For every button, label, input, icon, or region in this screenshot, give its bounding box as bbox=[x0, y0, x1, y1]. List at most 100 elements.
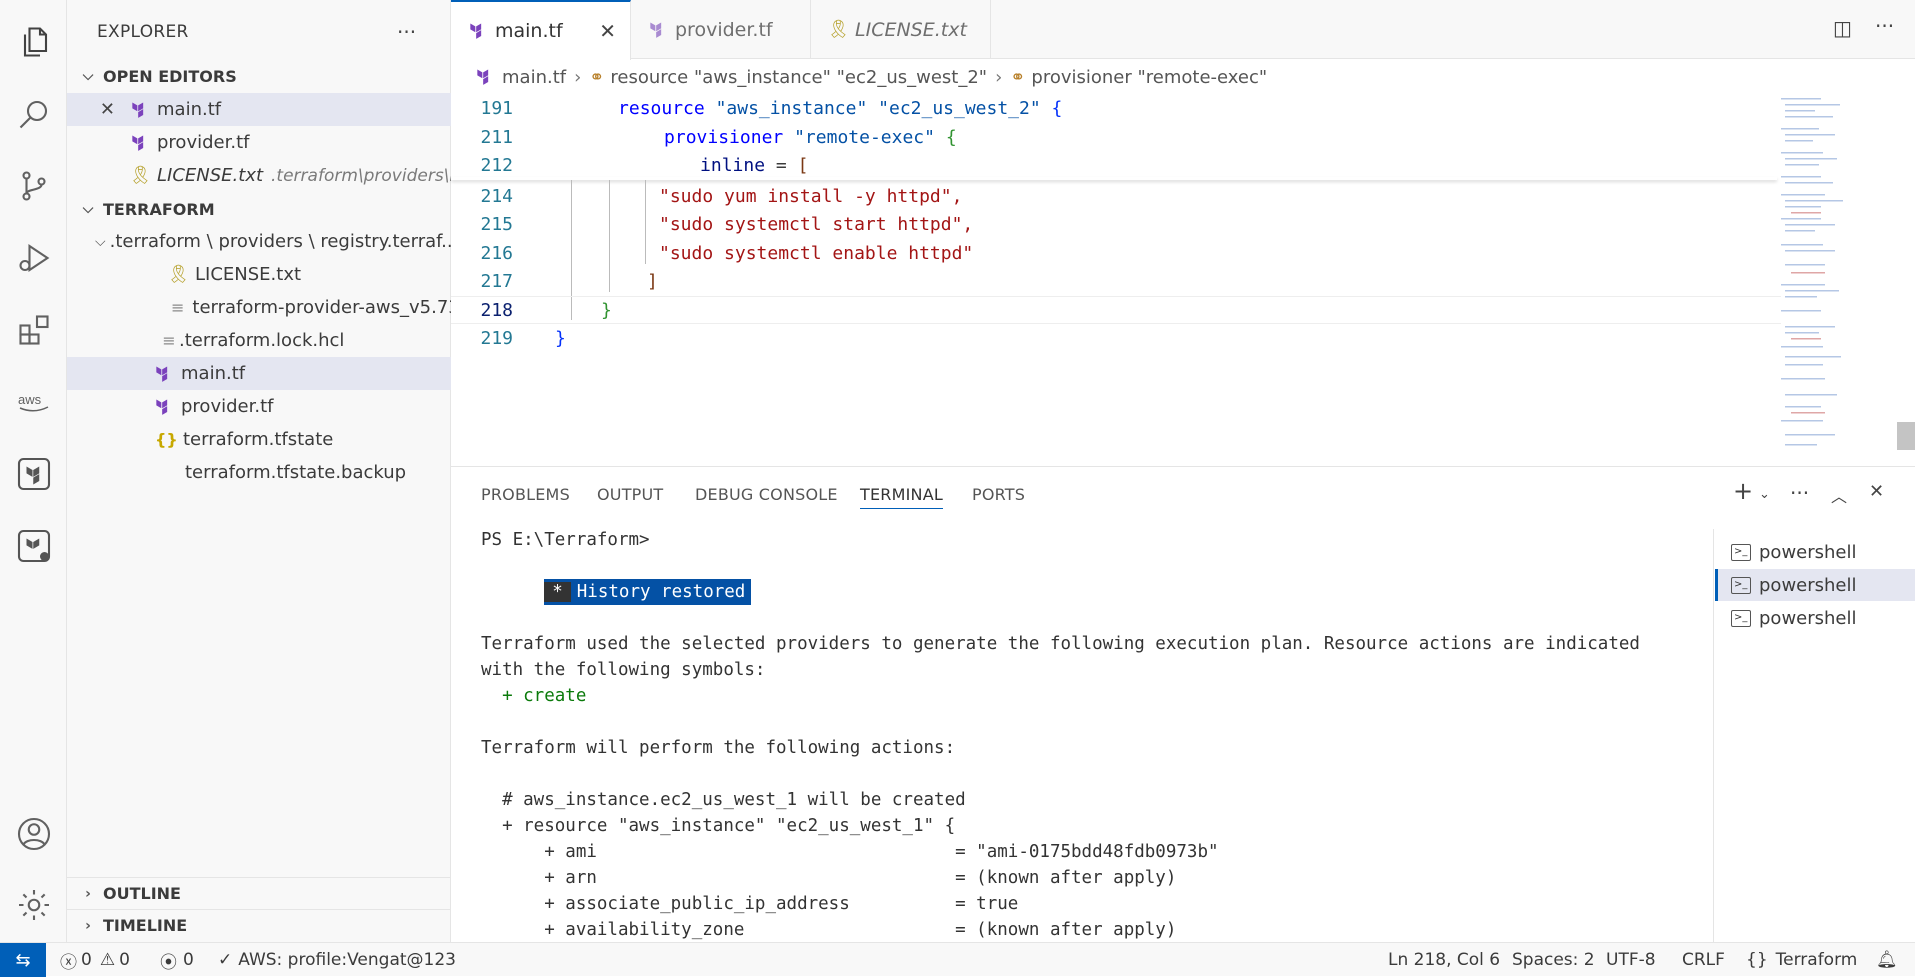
tab-terminal[interactable]: TERMINAL bbox=[860, 485, 943, 509]
more-actions-icon[interactable]: ··· bbox=[1875, 14, 1894, 38]
terminal-line: + create bbox=[481, 686, 587, 706]
history-star: * bbox=[544, 582, 571, 602]
chevron-down-icon[interactable]: ⌄ bbox=[1759, 487, 1770, 502]
remote-indicator-icon[interactable]: ⇆ bbox=[0, 943, 46, 977]
aws-icon[interactable]: aws bbox=[0, 372, 67, 432]
problems-status[interactable]: ⓧ 0 ⚠ 0 bbox=[60, 943, 130, 977]
line-number: 218 bbox=[480, 299, 513, 321]
editor-scrollbar-thumb[interactable] bbox=[1897, 422, 1915, 450]
terminal-list-item[interactable]: >_ powershell bbox=[1715, 536, 1915, 568]
split-editor-icon[interactable]: ◫ bbox=[1833, 16, 1852, 40]
chevron-right-icon: › bbox=[85, 885, 91, 902]
open-editor-label: provider.tf bbox=[157, 132, 250, 153]
language-mode: Terraform bbox=[1775, 950, 1858, 970]
tree-item-tfstate-backup[interactable]: terraform.tfstate.backup bbox=[67, 456, 451, 489]
open-editor-license-txt[interactable]: 🎗 LICENSE.txt .terraform\providers\r... bbox=[67, 159, 451, 192]
terraform-file-icon bbox=[650, 22, 662, 38]
tree-item-provider-tf[interactable]: provider.tf bbox=[67, 390, 451, 423]
tab-license-txt[interactable]: 🎗 LICENSE.txt bbox=[811, 0, 991, 59]
explorer-icon[interactable] bbox=[0, 12, 67, 72]
workspace-label: TERRAFORM bbox=[103, 199, 215, 219]
tree-item-label: terraform.tfstate bbox=[183, 429, 334, 450]
tree-item-tfstate[interactable]: {} terraform.tfstate bbox=[67, 423, 451, 456]
code-brace: } bbox=[601, 299, 612, 321]
tree-item-lock-hcl[interactable]: ≡ .terraform.lock.hcl bbox=[67, 324, 451, 357]
tree-item-label: provider.tf bbox=[181, 396, 274, 417]
outline-header[interactable]: › OUTLINE bbox=[67, 877, 451, 909]
terminal-output[interactable]: PS E:\Terraform> * History restored Terra… bbox=[481, 527, 1915, 943]
tree-item-main-tf[interactable]: main.tf bbox=[67, 357, 451, 390]
tab-output[interactable]: OUTPUT bbox=[597, 485, 663, 504]
code-line: 217 ] bbox=[451, 267, 1781, 295]
open-editors-header[interactable]: ⌵ OPEN EDITORS bbox=[67, 60, 451, 92]
code-line: 219 } bbox=[451, 324, 1781, 352]
tab-problems[interactable]: PROBLEMS bbox=[481, 485, 570, 504]
aws-profile-status[interactable]: ✓ AWS: profile:Vengat@123 bbox=[218, 943, 456, 977]
maximize-panel-icon[interactable]: ︿ bbox=[1831, 483, 1847, 507]
close-icon[interactable]: ✕ bbox=[599, 19, 616, 43]
code-string: "sudo systemctl start httpd", bbox=[659, 213, 974, 235]
open-editor-provider-tf[interactable]: provider.tf bbox=[67, 126, 451, 159]
account-icon[interactable] bbox=[0, 804, 67, 864]
more-actions-icon[interactable]: ··· bbox=[397, 20, 416, 44]
encoding-status[interactable]: UTF-8 bbox=[1606, 943, 1656, 977]
outline-label: OUTLINE bbox=[103, 884, 181, 903]
eol-status[interactable]: CRLF bbox=[1682, 943, 1725, 977]
indentation-status[interactable]: Spaces: 2 bbox=[1512, 943, 1595, 977]
source-control-icon[interactable] bbox=[0, 156, 67, 216]
line-number: 212 bbox=[480, 154, 513, 176]
braces-icon: {} bbox=[1746, 950, 1768, 970]
explorer-sidebar: EXPLORER ··· ⌵ OPEN EDITORS ✕ main.tf pr… bbox=[67, 0, 451, 942]
terminal-list-item[interactable]: >_ powershell bbox=[1715, 569, 1915, 601]
ports-count: 0 bbox=[183, 950, 194, 970]
tab-main-tf[interactable]: main.tf ✕ bbox=[451, 0, 631, 60]
terminal-line: # aws_instance.ec2_us_west_1 will be cre… bbox=[481, 790, 966, 810]
terminal-list-divider bbox=[1713, 529, 1714, 943]
tab-provider-tf[interactable]: provider.tf bbox=[631, 0, 811, 59]
terminal-name: powershell bbox=[1759, 574, 1857, 596]
code-line: 212 inline = [ bbox=[451, 151, 1781, 179]
bell-icon[interactable]: 🔔︎ bbox=[1876, 943, 1898, 977]
tree-item-label: LICENSE.txt bbox=[195, 264, 302, 285]
tab-ports[interactable]: PORTS bbox=[972, 485, 1025, 504]
tree-item-license[interactable]: 🎗 LICENSE.txt bbox=[67, 258, 451, 291]
extensions-icon[interactable] bbox=[0, 300, 67, 360]
terminal-icon: >_ bbox=[1731, 609, 1751, 627]
language-status[interactable]: {} Terraform bbox=[1746, 943, 1857, 977]
code-attribute: inline bbox=[700, 154, 766, 176]
cursor-position[interactable]: Ln 218, Col 6 bbox=[1388, 943, 1500, 977]
code-editor[interactable]: 191 resource "aws_instance" "ec2_us_west… bbox=[451, 94, 1915, 466]
close-icon[interactable]: ✕ bbox=[67, 99, 115, 120]
license-icon: 🎗 bbox=[827, 19, 850, 40]
close-panel-icon[interactable]: ✕ bbox=[1869, 481, 1884, 502]
bottom-panel: PROBLEMS OUTPUT DEBUG CONSOLE TERMINAL P… bbox=[451, 466, 1915, 943]
search-icon[interactable] bbox=[0, 84, 67, 144]
code-string: "sudo yum install -y httpd", bbox=[659, 185, 963, 207]
terraform-cloud-icon[interactable] bbox=[0, 516, 67, 576]
minimap[interactable] bbox=[1777, 94, 1897, 466]
tab-debug-console[interactable]: DEBUG CONSOLE bbox=[695, 485, 838, 504]
new-terminal-icon[interactable]: + bbox=[1733, 477, 1753, 505]
settings-gear-icon[interactable] bbox=[0, 875, 67, 935]
line-number: 216 bbox=[480, 242, 513, 264]
terminal-line: + resource "aws_instance" "ec2_us_west_1… bbox=[481, 816, 956, 836]
code-line: 215 "sudo systemctl start httpd", bbox=[451, 210, 1781, 238]
tree-folder-terraform[interactable]: ⌵ .terraform \ providers \ registry.terr… bbox=[67, 225, 451, 258]
terminal-list-item[interactable]: >_ powershell bbox=[1715, 602, 1915, 634]
run-debug-icon[interactable] bbox=[0, 228, 67, 288]
sidebar-title: EXPLORER bbox=[97, 22, 189, 42]
open-editor-main-tf[interactable]: ✕ main.tf bbox=[67, 93, 451, 126]
warning-count: 0 bbox=[119, 950, 130, 970]
sticky-scroll-shadow bbox=[451, 177, 1777, 180]
license-icon: 🎗 bbox=[129, 165, 152, 186]
more-actions-icon[interactable]: ··· bbox=[1790, 481, 1809, 505]
open-editor-path: .terraform\providers\r... bbox=[271, 165, 451, 186]
terraform-icon[interactable] bbox=[0, 444, 67, 504]
line-number: 214 bbox=[480, 185, 513, 207]
tree-item-provider-binary[interactable]: ≡ terraform-provider-aws_v5.73.0_x5.... bbox=[67, 291, 451, 324]
ports-status[interactable]: ⦿ 0 bbox=[160, 943, 194, 977]
workspace-header[interactable]: ⌵ TERRAFORM bbox=[67, 193, 451, 225]
timeline-header[interactable]: › TIMELINE bbox=[67, 909, 451, 941]
terraform-file-icon bbox=[132, 102, 144, 118]
breadcrumb-provisioner[interactable]: provisioner "remote-exec" bbox=[1031, 67, 1267, 88]
